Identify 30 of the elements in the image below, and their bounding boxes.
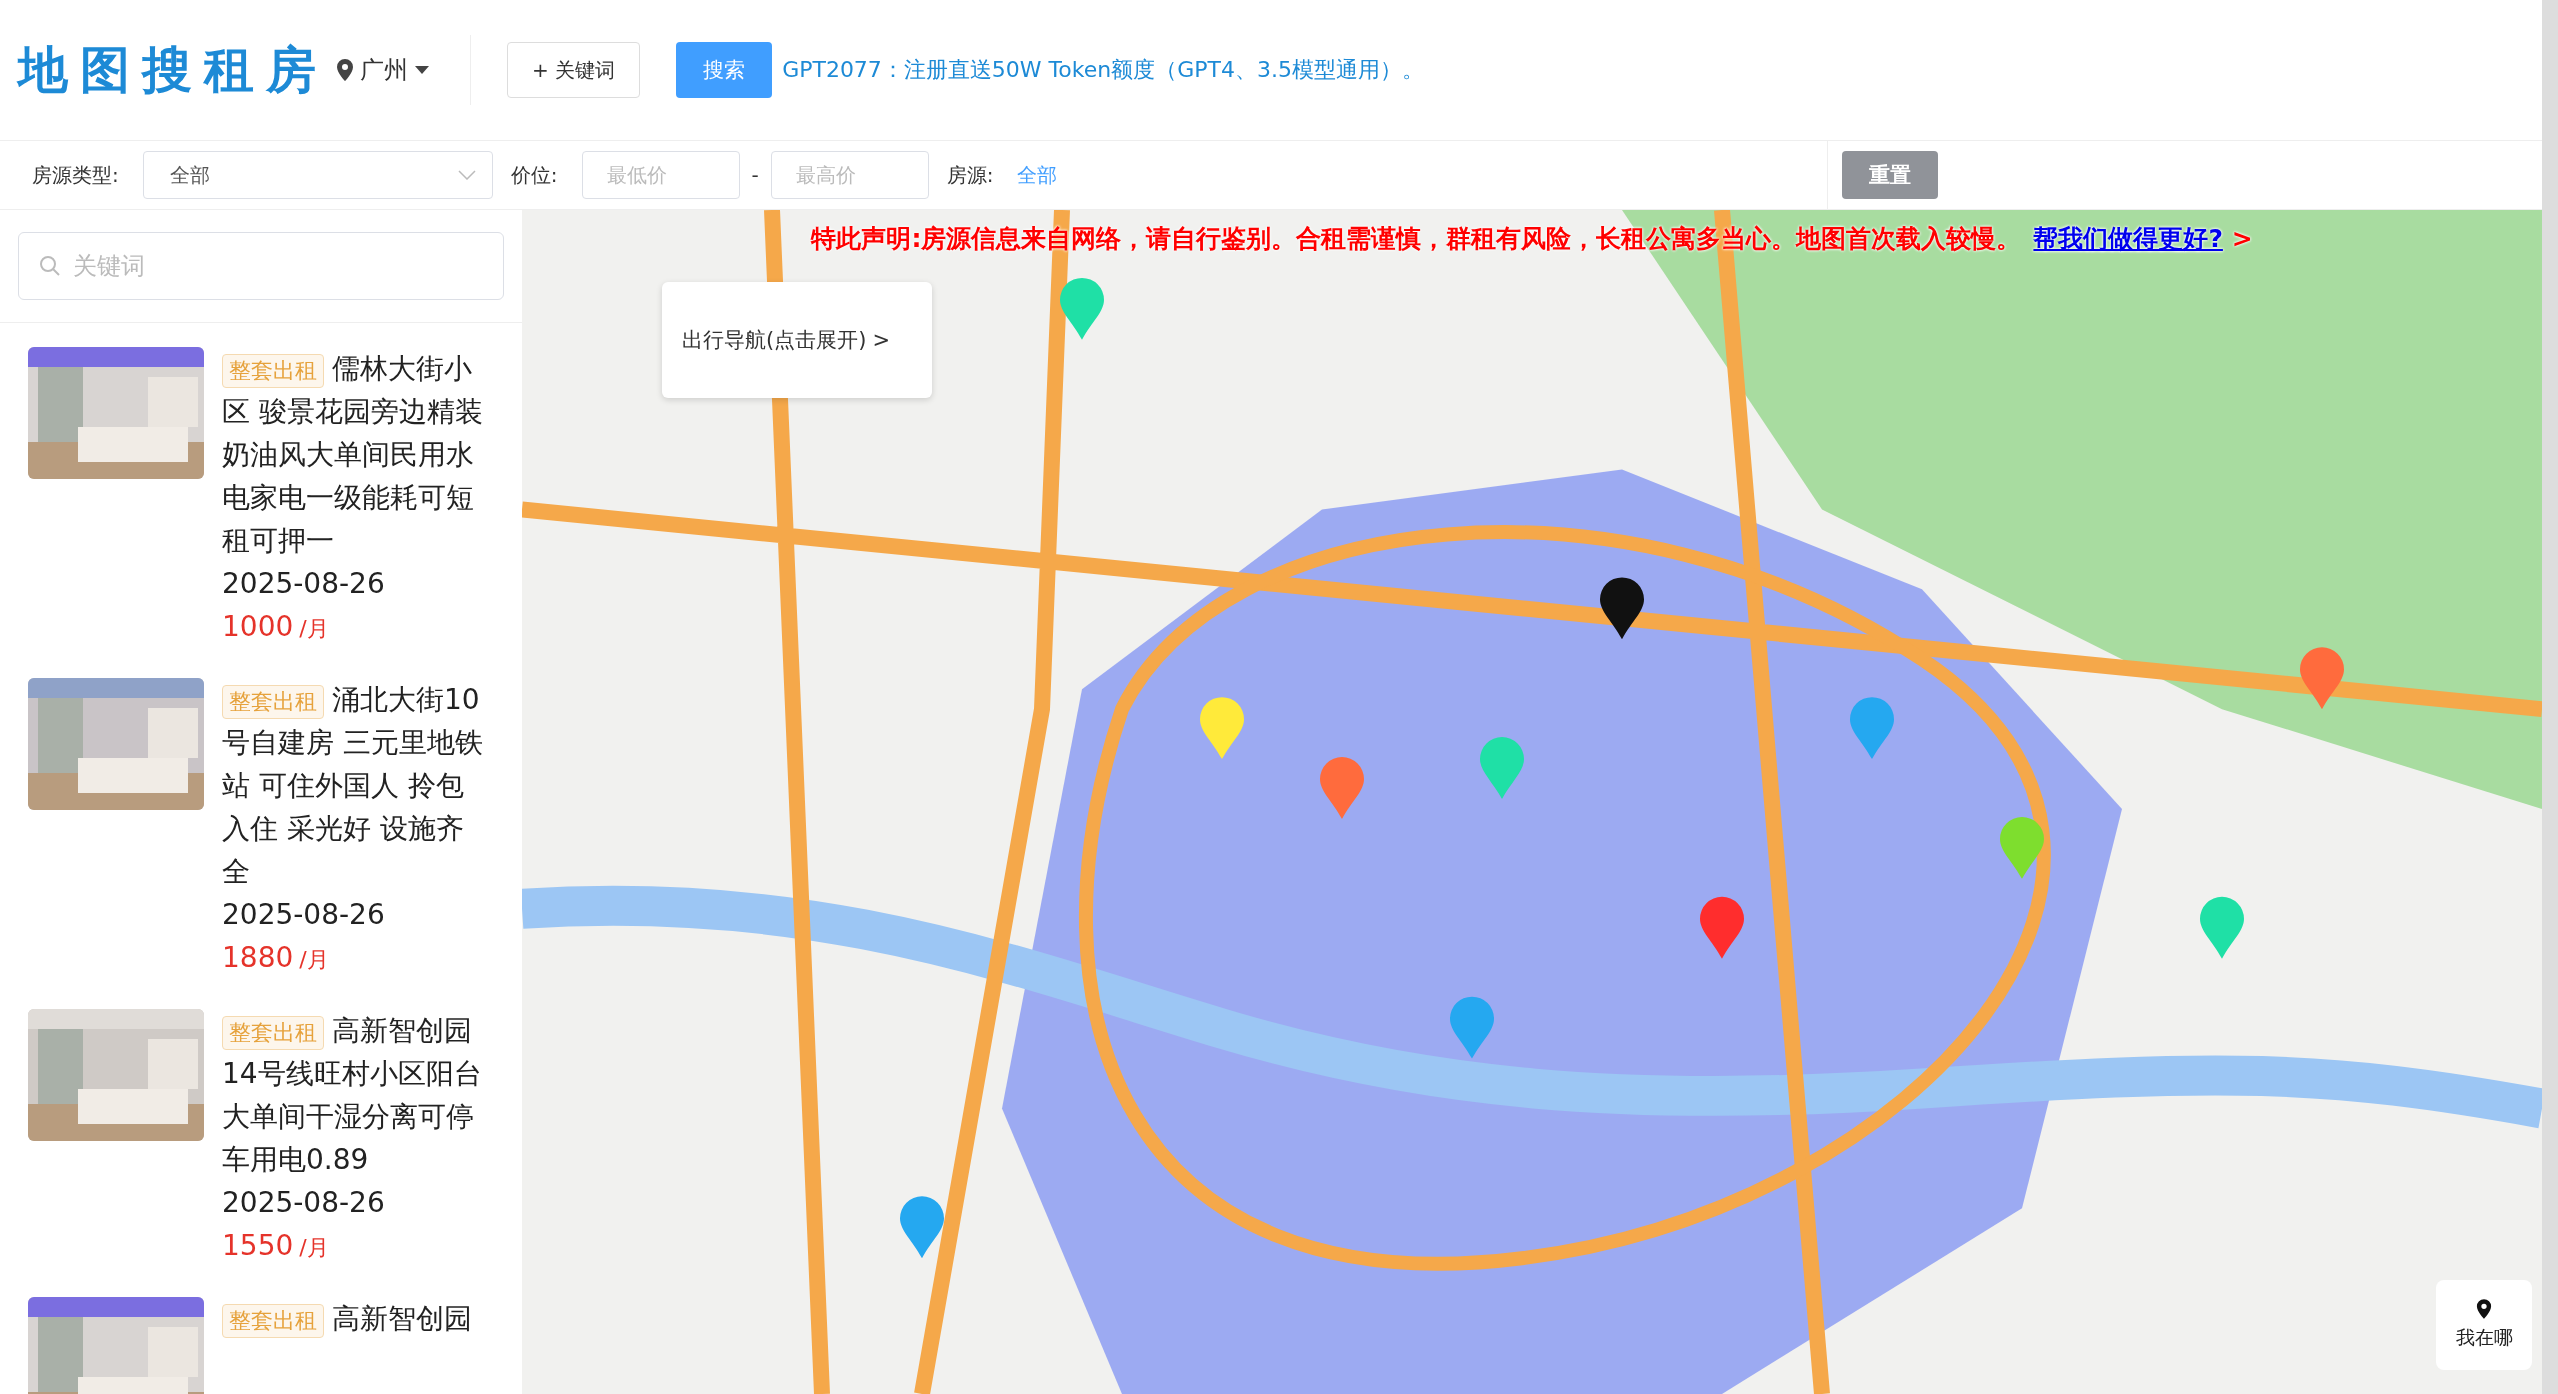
feedback-link[interactable]: 帮我们做得更好? bbox=[2033, 224, 2223, 253]
max-price-field[interactable]: 最高价 bbox=[770, 151, 929, 199]
locate-me-button[interactable]: 我在哪 bbox=[2436, 1280, 2532, 1370]
listing-title[interactable]: 整套出租 高新智创园14号线旺村小区阳台大单间干湿分离可停车用电0.89 bbox=[222, 1009, 488, 1181]
listing-date: 2025-08-26 bbox=[222, 566, 386, 602]
filter-label: 价位: bbox=[510, 161, 558, 189]
listing-date: 2025-08-26 bbox=[222, 897, 386, 933]
listing-price: 1550 /月 bbox=[222, 1228, 330, 1264]
promo-link[interactable]: GPT2077：注册直送50W Token额度（GPT4、3.5模型通用）。 bbox=[782, 55, 1424, 85]
listing-title[interactable]: 整套出租 涌北大街10号自建房 三元里地铁站 可住外国人 拎包入住 采光好 设施齐全 bbox=[222, 678, 488, 893]
min-price-field[interactable]: 最低价 bbox=[581, 151, 740, 199]
listing-title[interactable]: 整套出租 儒林大街小区 骏景花园旁边精装奶油风大单间民用水电家电一级能耗可短租可押一 bbox=[222, 347, 488, 562]
city-selector[interactable]: 广州 bbox=[360, 54, 408, 86]
keyword-search-field[interactable]: 关键词 bbox=[18, 232, 504, 300]
navigation-panel[interactable]: 出行导航(点击展开) > bbox=[662, 282, 932, 398]
keyword-button[interactable]: + 关键词 bbox=[507, 42, 641, 98]
chevron-icon bbox=[457, 170, 476, 180]
listing-title[interactable]: 整套出租 高新智创园 bbox=[222, 1297, 488, 1340]
logo: 地图搜租房 bbox=[18, 39, 328, 101]
listing-price: 1000 /月 bbox=[222, 609, 330, 645]
location-pin-icon bbox=[336, 59, 354, 81]
location-pin-icon bbox=[2476, 1299, 2492, 1319]
range-separator: - bbox=[751, 163, 759, 187]
type-select[interactable]: 全部 bbox=[142, 151, 493, 199]
listing-price: 1880 /月 bbox=[222, 940, 330, 976]
filter-label: 房源类型: bbox=[32, 161, 119, 189]
listing-date: 2025-08-26 bbox=[222, 1185, 386, 1221]
search-icon bbox=[38, 254, 62, 278]
filter-label: 房源: bbox=[946, 161, 994, 189]
caret-icon[interactable] bbox=[414, 65, 430, 75]
